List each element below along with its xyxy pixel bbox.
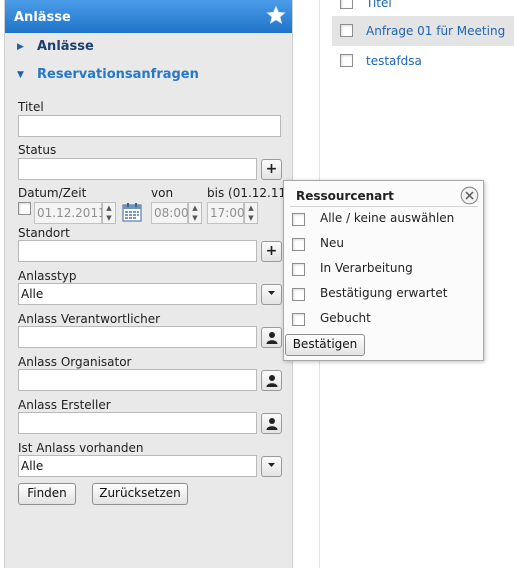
panel-title: Anlässe: [14, 10, 71, 25]
status-label: Status: [18, 143, 57, 157]
list-item-title[interactable]: testafdsa: [366, 54, 422, 68]
search-panel: Anlässe ▶ Anlässe ▼ Reservationsanfragen…: [4, 0, 293, 568]
option-label: In Verarbeitung: [320, 261, 413, 275]
standort-input[interactable]: [18, 240, 257, 262]
close-icon[interactable]: [460, 186, 479, 205]
person-icon: [266, 332, 277, 344]
status-input[interactable]: [18, 158, 257, 180]
popup-divider: [290, 206, 478, 207]
find-button[interactable]: Finden: [18, 483, 76, 505]
option-alle[interactable]: Alle / keine auswählen: [292, 209, 480, 229]
datum-label: Datum/Zeit: [18, 186, 87, 200]
von-label: von: [151, 186, 174, 200]
date-spinner[interactable]: ▲ ▼: [102, 202, 116, 224]
panel-header: Anlässe: [5, 0, 292, 33]
verantwortlicher-label: Anlass Verantwortlicher: [18, 312, 161, 326]
select-organisator-button[interactable]: [261, 370, 282, 391]
bis-time-input[interactable]: 17:00: [207, 202, 245, 224]
anlasstyp-select[interactable]: Alle: [18, 283, 257, 305]
option-gebucht[interactable]: Gebucht: [292, 309, 480, 329]
option-checkbox[interactable]: [292, 263, 305, 276]
vorhanden-dropdown-button[interactable]: [261, 456, 282, 477]
select-all-checkbox[interactable]: [340, 0, 353, 9]
column-header-titel[interactable]: Titel: [366, 0, 392, 10]
ressourcenart-popup: Ressourcenart Alle / keine auswählen Neu…: [283, 180, 484, 361]
option-label: Alle / keine auswählen: [320, 211, 455, 225]
triangle-down-icon: ▼: [17, 70, 24, 80]
option-label: Neu: [320, 236, 344, 250]
option-in-verarbeitung[interactable]: In Verarbeitung: [292, 259, 480, 279]
ersteller-input[interactable]: [18, 412, 257, 434]
option-neu[interactable]: Neu: [292, 234, 480, 254]
vorhanden-label: Ist Anlass vorhanden: [18, 441, 144, 455]
von-time-spinner[interactable]: ▲ ▼: [188, 202, 202, 224]
tree-item-label: Reservationsanfragen: [37, 67, 199, 82]
option-checkbox[interactable]: [292, 313, 305, 326]
titel-input[interactable]: [18, 115, 281, 137]
row-checkbox[interactable]: [340, 24, 353, 37]
vorhanden-select[interactable]: Alle: [18, 455, 257, 477]
chevron-down-icon: [268, 291, 275, 295]
standort-label: Standort: [18, 226, 70, 240]
star-icon[interactable]: [266, 5, 286, 25]
option-checkbox[interactable]: [292, 238, 305, 251]
list-item[interactable]: Anfrage 01 für Meeting: [332, 16, 514, 46]
date-enable-checkbox[interactable]: [18, 202, 31, 215]
date-input[interactable]: 01.12.2011: [34, 202, 106, 224]
organisator-input[interactable]: [18, 369, 257, 391]
person-icon: [266, 418, 277, 430]
row-checkbox[interactable]: [340, 54, 353, 67]
select-ersteller-button[interactable]: [261, 413, 282, 434]
person-icon: [266, 375, 277, 387]
popup-title: Ressourcenart: [296, 189, 394, 203]
organisator-label: Anlass Organisator: [18, 355, 132, 369]
option-checkbox[interactable]: [292, 213, 305, 226]
bis-label: bis (01.12.11): [207, 186, 291, 200]
list-item-title[interactable]: Anfrage 01 für Meeting: [366, 24, 505, 38]
chevron-down-icon: [268, 463, 275, 467]
option-checkbox[interactable]: [292, 288, 305, 301]
tree-item-label: Anlässe: [37, 39, 94, 54]
anlasstyp-dropdown-button[interactable]: [261, 284, 282, 305]
add-standort-button[interactable]: +: [261, 241, 282, 262]
reset-button[interactable]: Zurücksetzen: [92, 483, 188, 505]
list-item[interactable]: testafdsa: [332, 46, 514, 76]
verantwortlicher-input[interactable]: [18, 326, 257, 348]
option-label: Bestätigung erwartet: [320, 286, 448, 300]
option-bestaetigung-erwartet[interactable]: Bestätigung erwartet: [292, 284, 480, 304]
anlasstyp-label: Anlasstyp: [18, 269, 77, 283]
option-label: Gebucht: [320, 311, 371, 325]
ersteller-label: Anlass Ersteller: [18, 398, 111, 412]
calendar-icon[interactable]: [121, 201, 143, 223]
von-time-input[interactable]: 08:00: [151, 202, 189, 224]
triangle-right-icon: ▶: [17, 42, 24, 52]
select-verantwortlicher-button[interactable]: [261, 327, 282, 348]
add-status-button[interactable]: +: [261, 159, 282, 180]
confirm-button[interactable]: Bestätigen: [285, 334, 365, 356]
bis-time-spinner[interactable]: ▲ ▼: [244, 202, 258, 224]
titel-label: Titel: [18, 100, 44, 114]
